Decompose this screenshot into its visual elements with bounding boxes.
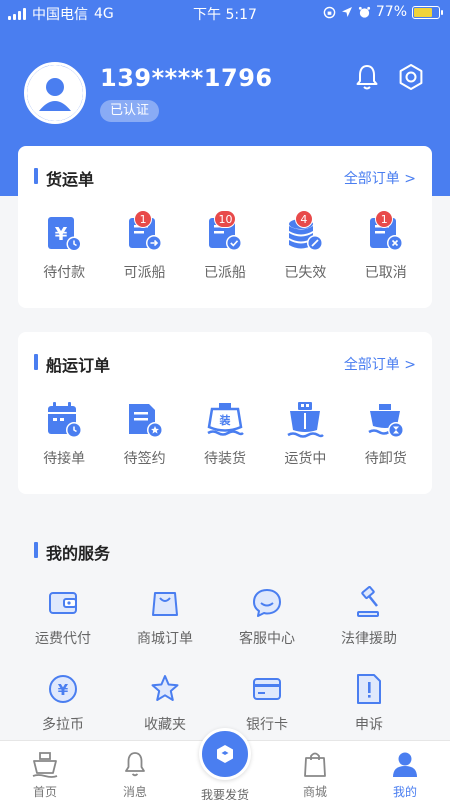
tab-mine[interactable]: 我的 bbox=[360, 749, 450, 800]
service-label: 运费代付 bbox=[35, 631, 91, 647]
ship-item-awaiting-unload[interactable]: 待卸货 bbox=[348, 400, 423, 468]
tab-label: 消息 bbox=[122, 785, 147, 799]
service-freight-payment[interactable]: 运费代付 bbox=[12, 586, 114, 648]
verified-badge: 已认证 bbox=[100, 100, 160, 122]
ship-all-orders-link[interactable]: 全部订单 > bbox=[344, 354, 416, 374]
freight-orders-title: 货运单 bbox=[34, 166, 94, 190]
post-shipment-label: 我要发货 bbox=[200, 788, 249, 800]
service-label: 法律援助 bbox=[341, 631, 397, 647]
freight-item-label: 待付款 bbox=[43, 265, 86, 281]
wallet-icon bbox=[49, 592, 77, 614]
ship-item-label: 待装货 bbox=[203, 451, 246, 467]
ship-item-label: 待卸货 bbox=[364, 451, 407, 467]
alarm-icon bbox=[358, 6, 370, 18]
service-label: 银行卡 bbox=[246, 717, 288, 733]
freight-item-label: 可派船 bbox=[123, 265, 166, 281]
ship-item-label: 待接单 bbox=[43, 451, 86, 467]
ship-item-awaiting-load[interactable]: 装 待装货 bbox=[187, 400, 262, 468]
badge-count: 1 bbox=[134, 210, 153, 228]
freight-item-pending-payment[interactable]: ¥ 待付款 bbox=[27, 214, 102, 282]
calendar-clock-icon bbox=[48, 402, 83, 438]
bell-icon[interactable] bbox=[352, 62, 382, 92]
badge-count: 4 bbox=[294, 210, 313, 228]
ship-transit-icon bbox=[287, 402, 325, 438]
services-title: 我的服务 bbox=[34, 540, 110, 564]
shopping-bag-icon bbox=[152, 592, 178, 616]
bell-tab-icon bbox=[125, 752, 145, 777]
service-dola-coin[interactable]: ¥ 多拉币 bbox=[12, 672, 114, 734]
star-icon bbox=[151, 675, 179, 701]
service-customer-center[interactable]: 客服中心 bbox=[216, 586, 318, 648]
tab-messages[interactable]: 消息 bbox=[90, 749, 180, 800]
freight-item-label: 已失效 bbox=[284, 265, 327, 281]
avatar[interactable] bbox=[24, 62, 86, 124]
chat-bubble-icon bbox=[253, 589, 281, 617]
appeal-doc-icon bbox=[357, 674, 381, 704]
ship-orders-title: 船运订单 bbox=[34, 352, 110, 376]
service-label: 多拉币 bbox=[42, 717, 84, 733]
tab-home[interactable]: 首页 bbox=[0, 749, 90, 800]
ship-unload-icon bbox=[368, 404, 404, 438]
yuan-coin-icon: ¥ bbox=[49, 675, 77, 703]
user-tab-icon bbox=[393, 752, 417, 777]
service-bank-card[interactable]: 银行卡 bbox=[216, 672, 318, 734]
ship-home-icon bbox=[32, 752, 58, 778]
ship-load-icon: 装 bbox=[207, 403, 244, 436]
freight-item-cancelled[interactable]: 1 已取消 bbox=[348, 210, 423, 282]
battery-percent: 77% bbox=[375, 4, 407, 20]
service-label: 收藏夹 bbox=[144, 717, 186, 733]
tab-mall[interactable]: 商城 bbox=[270, 749, 360, 800]
freight-item-dispatchable[interactable]: 1 可派船 bbox=[107, 210, 182, 282]
freight-item-label: 已取消 bbox=[364, 265, 407, 281]
ship-load-char: 装 bbox=[218, 413, 230, 427]
freight-item-label: 已派船 bbox=[203, 265, 246, 281]
contract-stamp-icon bbox=[128, 404, 163, 438]
service-legal-aid[interactable]: 法律援助 bbox=[318, 586, 420, 648]
svg-text:¥: ¥ bbox=[58, 681, 69, 699]
shopping-bag-tab-icon bbox=[304, 752, 326, 777]
location-icon bbox=[341, 7, 352, 17]
ship-item-label: 待签约 bbox=[123, 451, 166, 467]
freight-item-dispatched[interactable]: 10 已派船 bbox=[187, 210, 262, 282]
user-phone: 139****1796 bbox=[100, 64, 273, 92]
ship-orders-card: 船运订单 全部订单 > 待接单 待签约 装 待装货 运货中 待卸货 bbox=[18, 332, 432, 494]
badge-count: 10 bbox=[214, 210, 237, 228]
tab-label: 商城 bbox=[302, 785, 327, 799]
freight-item-expired[interactable]: 4 已失效 bbox=[268, 210, 343, 282]
service-label: 客服中心 bbox=[239, 631, 295, 647]
freight-orders-card: 货运单 全部订单 > ¥ 待付款 1 可派船 10 已派船 4 已失效 1 已取… bbox=[18, 146, 432, 308]
ship-item-label: 运货中 bbox=[284, 451, 327, 467]
settings-icon[interactable] bbox=[396, 62, 426, 92]
rotation-lock-icon bbox=[323, 6, 336, 18]
service-label: 申诉 bbox=[355, 717, 383, 733]
service-label: 商城订单 bbox=[137, 631, 193, 647]
service-favorites[interactable]: 收藏夹 bbox=[114, 672, 216, 734]
tab-label: 首页 bbox=[32, 785, 57, 799]
ship-item-awaiting-sign[interactable]: 待签约 bbox=[107, 400, 182, 468]
ship-item-awaiting-accept[interactable]: 待接单 bbox=[27, 400, 102, 468]
battery-icon bbox=[412, 5, 443, 19]
freight-all-orders-link[interactable]: 全部订单 > bbox=[344, 168, 416, 188]
yuan-bill-clock-icon: ¥ bbox=[48, 217, 82, 252]
cube-icon bbox=[217, 745, 233, 763]
svg-text:¥: ¥ bbox=[55, 224, 68, 245]
service-mall-orders[interactable]: 商城订单 bbox=[114, 586, 216, 648]
tab-label: 我的 bbox=[392, 785, 417, 799]
gavel-icon bbox=[357, 586, 379, 617]
ship-item-in-transit[interactable]: 运货中 bbox=[268, 400, 343, 468]
bank-card-icon bbox=[253, 678, 281, 700]
status-bar: 中国电信 4G 下午 5:17 77% bbox=[0, 0, 450, 26]
service-appeal[interactable]: 申诉 bbox=[318, 672, 420, 734]
post-shipment-button[interactable] bbox=[199, 728, 251, 780]
